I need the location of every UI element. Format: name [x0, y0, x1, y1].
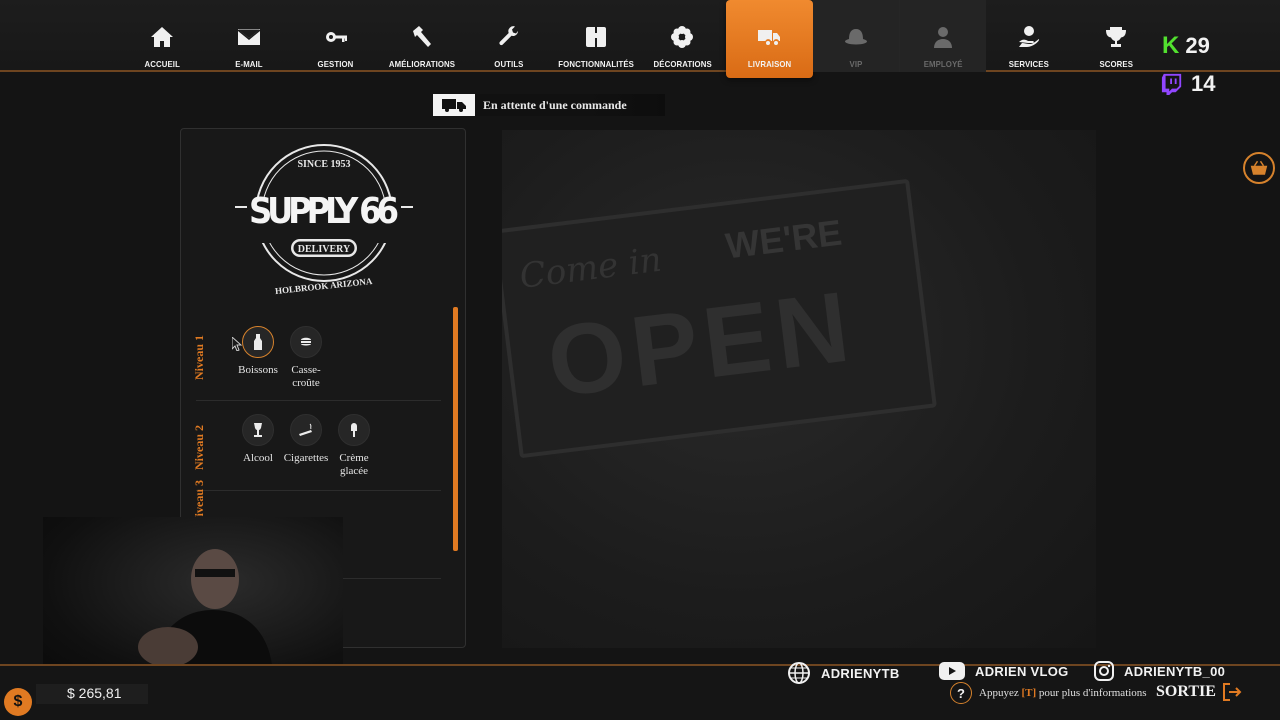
- basket-button[interactable]: [1243, 152, 1275, 184]
- category-name: Crème glacée: [339, 452, 369, 477]
- svg-text:DELIVERY: DELIVERY: [298, 244, 351, 255]
- question-icon[interactable]: ?: [950, 682, 972, 704]
- basket-icon: [1250, 160, 1268, 175]
- flower-icon: [668, 24, 696, 50]
- store-open-sign-image: Come in WE'RE OPEN: [502, 130, 1096, 648]
- exit-icon: [1222, 683, 1242, 701]
- nav-label: VIP: [849, 59, 863, 69]
- nav-vip[interactable]: VIP: [812, 0, 900, 72]
- level-1-label: Niveau 1: [192, 335, 206, 380]
- nav-gestion[interactable]: GESTION: [292, 0, 379, 72]
- ice-cream-icon: [338, 414, 370, 446]
- nav-outils[interactable]: OUTILS: [466, 0, 553, 72]
- instagram-icon: [1094, 661, 1114, 681]
- truck-icon: [755, 24, 783, 50]
- help-key: [T]: [1021, 687, 1037, 699]
- nav-label: ACCUEIL: [144, 59, 181, 69]
- category-casse-croute[interactable]: Casse- croûte: [276, 326, 336, 390]
- employee-icon: [929, 24, 957, 50]
- nav-ameliorations[interactable]: AMÉLIORATIONS: [379, 0, 466, 72]
- key-icon: [322, 24, 350, 50]
- panel-scrollbar[interactable]: [453, 307, 458, 551]
- home-icon: [148, 24, 176, 50]
- mouse-cursor-icon: [232, 337, 242, 351]
- social-text: ADRIEN VLOG: [975, 663, 1069, 679]
- top-navigation-bar: ACCUEIL E-MAIL GESTION AMÉLIORATIONS OUT…: [0, 0, 1280, 78]
- level-divider: [196, 490, 441, 491]
- open-sign: Come in WE'RE OPEN: [502, 178, 937, 459]
- nav-label: FONCTIONNALITÉS: [557, 59, 634, 69]
- help-text: Appuyez [T] pour plus d'informations: [979, 687, 1147, 699]
- vip-hat-icon: [842, 24, 870, 50]
- exit-label: SORTIE: [1156, 683, 1216, 700]
- level-divider: [196, 400, 441, 401]
- nav-livraison[interactable]: LIVRAISON: [725, 0, 813, 78]
- nav-label: SCORES: [1099, 59, 1133, 69]
- category-name: Boissons: [238, 364, 278, 376]
- nav-label: AMÉLIORATIONS: [389, 59, 456, 69]
- bottle-icon: [242, 326, 274, 358]
- twitch-score-value: 14: [1191, 71, 1216, 96]
- webcam-overlay: [43, 517, 343, 680]
- nav-label: GESTION: [317, 59, 354, 69]
- nav-label: LIVRAISON: [747, 59, 791, 69]
- money-amount: $ 265,81: [67, 685, 122, 701]
- category-name: Cigarettes: [283, 452, 329, 464]
- nav-decorations[interactable]: DÉCORATIONS: [639, 0, 726, 72]
- social-instagram: ADRIENYTB_00: [1094, 661, 1225, 681]
- social-website: ADRIENYTB: [787, 661, 900, 685]
- main-nav: ACCUEIL E-MAIL GESTION AMÉLIORATIONS OUT…: [119, 0, 1159, 78]
- svg-text:HOLBROOK ARIZONA: HOLBROOK ARIZONA: [275, 276, 374, 296]
- category-creme-glacee[interactable]: Crème glacée: [324, 414, 384, 478]
- wine-glass-icon: [242, 414, 274, 446]
- nav-label: SERVICES: [1009, 59, 1050, 69]
- nav-employe[interactable]: EMPLOYÉ: [899, 0, 986, 72]
- nav-e-mail[interactable]: E-MAIL: [206, 0, 293, 72]
- social-youtube: ADRIEN VLOG: [939, 661, 1069, 681]
- nav-label: OUTILS: [494, 59, 524, 69]
- help-hint: ? Appuyez [T] pour plus d'informations: [950, 682, 1147, 704]
- burger-icon: [290, 326, 322, 358]
- category-name: Casse- croûte: [291, 364, 321, 389]
- social-text: ADRIENYTB_00: [1124, 663, 1226, 679]
- nav-label: EMPLOYÉ: [923, 59, 963, 69]
- kick-score-value: 29: [1185, 33, 1210, 58]
- money-icon: $: [4, 688, 32, 716]
- nav-services[interactable]: SERVICES: [986, 0, 1073, 72]
- nav-label: E-MAIL: [235, 59, 263, 69]
- level-2-label: Niveau 2: [192, 425, 206, 470]
- trophy-icon: [1102, 24, 1130, 50]
- help-suffix: pour plus d'informations: [1036, 687, 1147, 699]
- features-icon: [582, 24, 610, 50]
- twitch-score: 14: [1161, 72, 1215, 96]
- kick-icon: K: [1162, 32, 1180, 59]
- exit-button[interactable]: SORTIE: [1156, 683, 1242, 701]
- mail-icon: [235, 24, 263, 50]
- truck-icon: [433, 94, 475, 116]
- twitch-icon: [1161, 73, 1182, 95]
- services-icon: [1015, 24, 1043, 50]
- cigarette-icon: [290, 414, 322, 446]
- kick-score: K 29: [1162, 34, 1210, 58]
- globe-icon: [788, 662, 810, 684]
- nav-label: DÉCORATIONS: [653, 59, 712, 69]
- social-text: ADRIENYTB: [821, 665, 900, 681]
- wrench-icon: [495, 24, 523, 50]
- nav-fonctionnalites[interactable]: FONCTIONNALITÉS: [552, 0, 639, 72]
- delivery-status: En attente d'une commande: [433, 94, 665, 116]
- nav-accueil[interactable]: ACCUEIL: [119, 0, 206, 72]
- svg-text:SINCE 1953: SINCE 1953: [297, 159, 350, 170]
- youtube-icon: [939, 662, 965, 680]
- category-name: Alcool: [243, 452, 273, 464]
- status-text: En attente d'une commande: [475, 94, 665, 116]
- streamer-silhouette: [138, 549, 273, 680]
- hammer-icon: [408, 24, 436, 50]
- nav-scores[interactable]: SCORES: [1073, 0, 1160, 72]
- svg-text:SUPPLY 66: SUPPLY 66: [249, 191, 399, 232]
- supply-66-logo: SINCE 1953 SUPPLY 66 DELIVERY HOLBROOK A…: [231, 144, 417, 296]
- help-prefix: Appuyez: [979, 687, 1022, 699]
